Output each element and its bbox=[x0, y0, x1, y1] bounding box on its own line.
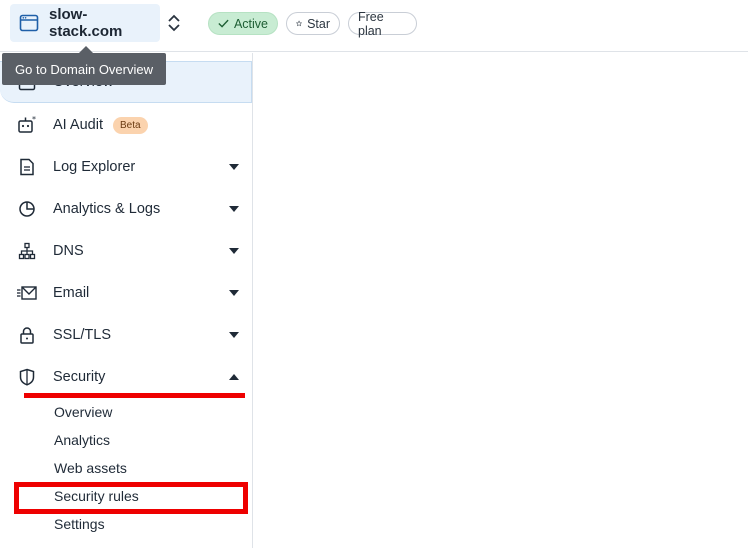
sidebar-item-analytics-logs[interactable]: Analytics & Logs bbox=[0, 189, 252, 229]
caret-down-icon bbox=[228, 287, 240, 299]
sidebar-item-label: SSL/TLS bbox=[53, 327, 112, 343]
plan-badge: Free plan bbox=[348, 9, 417, 38]
status-label: Active bbox=[233, 16, 268, 31]
sidebar-item-ssl-tls[interactable]: SSL/TLS bbox=[0, 315, 252, 355]
tooltip: Go to Domain Overview bbox=[2, 53, 166, 85]
domain-name: slow-stack.com bbox=[49, 6, 123, 40]
star-icon bbox=[296, 20, 303, 27]
sidebar-item-dns[interactable]: DNS bbox=[0, 231, 252, 271]
check-icon bbox=[218, 19, 229, 28]
caret-down-icon bbox=[228, 203, 240, 215]
sidebar-item-label: Email bbox=[53, 285, 90, 301]
sidebar-item-ai-audit[interactable]: * AI Audit Beta bbox=[0, 105, 252, 145]
sidebar-item-label: Analytics & Logs bbox=[53, 201, 161, 217]
security-subitem-overview[interactable]: Overview bbox=[54, 404, 112, 420]
top-bar: slow-stack.com Active Star Free plan bbox=[0, 0, 748, 52]
sidebar-item-email[interactable]: Email bbox=[0, 273, 252, 313]
sidebar-item-label: Security bbox=[53, 369, 106, 385]
plan-label: Free plan bbox=[358, 9, 384, 38]
security-subitem-analytics[interactable]: Analytics bbox=[54, 432, 110, 448]
star-label: Star bbox=[307, 16, 330, 31]
highlight-box bbox=[14, 482, 248, 514]
sidebar-item-label: Log Explorer bbox=[53, 159, 136, 175]
security-subitem-web-assets[interactable]: Web assets bbox=[54, 460, 127, 476]
caret-down-icon bbox=[228, 245, 240, 257]
star-button[interactable]: Star bbox=[286, 12, 340, 35]
chevron-up-down-icon[interactable] bbox=[165, 12, 183, 34]
security-subitem-settings[interactable]: Settings bbox=[54, 516, 105, 532]
svg-text:*: * bbox=[32, 115, 36, 124]
lock-icon bbox=[17, 325, 37, 345]
network-icon bbox=[17, 241, 37, 261]
caret-down-icon bbox=[228, 329, 240, 341]
sidebar-item-label: AI Audit bbox=[53, 117, 103, 133]
robot-icon: * bbox=[17, 115, 37, 135]
tooltip-arrow bbox=[79, 46, 93, 53]
caret-down-icon bbox=[228, 161, 240, 173]
document-icon bbox=[17, 157, 37, 177]
pie-chart-icon bbox=[17, 199, 37, 219]
caret-up-icon bbox=[228, 371, 240, 383]
sidebar-item-security[interactable]: Security bbox=[0, 357, 252, 397]
status-badge: Active bbox=[208, 12, 278, 35]
sidebar: Overview * AI Audit Beta Log Explorer An… bbox=[0, 53, 253, 548]
highlight-underline bbox=[24, 393, 245, 398]
domain-selector[interactable]: slow-stack.com bbox=[10, 4, 160, 42]
shield-icon bbox=[17, 367, 37, 387]
envelope-icon bbox=[17, 283, 37, 303]
beta-badge: Beta bbox=[113, 116, 148, 134]
sidebar-item-log-explorer[interactable]: Log Explorer bbox=[0, 147, 252, 187]
browser-window-icon bbox=[19, 13, 39, 33]
sidebar-item-label: DNS bbox=[53, 243, 84, 259]
